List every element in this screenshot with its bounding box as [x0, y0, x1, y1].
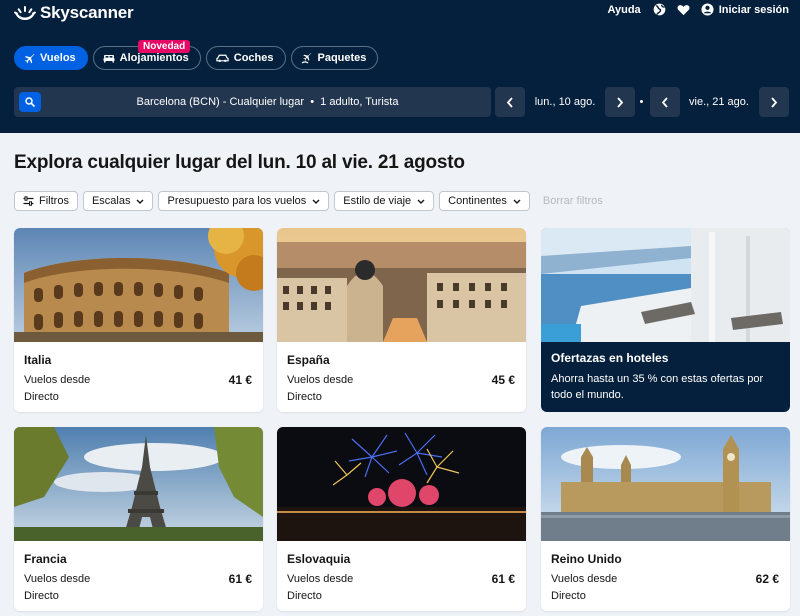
tab-packages[interactable]: Paquetes [290, 46, 379, 70]
login-label: Iniciar sesión [718, 3, 789, 16]
car-icon [216, 54, 229, 62]
big-ben-image [541, 427, 790, 541]
language-button[interactable] [653, 3, 666, 16]
promo-text: Ahorra hasta un 35 % con estas ofertas p… [551, 373, 764, 401]
filters-label: Filtros [39, 195, 69, 207]
filter-sliders-icon [23, 196, 34, 206]
card-destination-name: Eslovaquia [287, 552, 351, 566]
card-price: 41 € [228, 373, 252, 387]
chevron-left-icon [506, 96, 513, 108]
card-destination-name: Italia [24, 353, 52, 367]
chevron-left-icon [661, 96, 668, 108]
madrid-image [277, 228, 526, 342]
card-direct: Directo [24, 391, 59, 403]
search-separator: • [310, 96, 315, 108]
card-destination-name: Reino Unido [551, 552, 622, 566]
destination-card-italy[interactable]: Italia Vuelos desde 41 € Directo [14, 228, 263, 412]
package-icon [301, 53, 311, 64]
chevron-right-icon [771, 96, 778, 108]
depart-date[interactable]: lun., 10 ago. [527, 87, 603, 117]
return-date[interactable]: vie., 21 ago. [681, 87, 757, 117]
login-button[interactable]: Iniciar sesión [701, 3, 789, 16]
card-price: 61 € [491, 572, 515, 586]
new-badge: Novedad [138, 40, 191, 53]
continents-label: Continentes [448, 195, 507, 207]
promo-title: Ofertazas en hoteles [551, 351, 669, 365]
header-actions: Ayuda Iniciar sesión [607, 3, 789, 16]
depart-next-button[interactable] [605, 87, 635, 117]
destination-card-uk[interactable]: Reino Unido Vuelos desde 62 € Directo [541, 427, 790, 611]
clear-filters-link[interactable]: Borrar filtros [543, 195, 603, 207]
tab-cars[interactable]: Coches [205, 46, 286, 70]
chevron-right-icon [617, 96, 624, 108]
bed-icon [103, 55, 115, 63]
tab-hotels-label: Alojamientos [119, 52, 189, 64]
card-flights-from: Vuelos desde [24, 573, 91, 585]
favorites-button[interactable] [677, 4, 690, 16]
stops-filter[interactable]: Escalas [82, 191, 154, 211]
filters-button[interactable]: Filtros [14, 191, 78, 211]
return-prev-button[interactable] [650, 87, 680, 117]
globe-icon [653, 3, 666, 16]
card-flights-from: Vuelos desde [24, 374, 91, 386]
search-summary[interactable]: Barcelona (BCN) - Cualquier lugar • 1 ad… [44, 87, 491, 117]
stops-label: Escalas [91, 195, 131, 207]
hotel-deals-promo[interactable]: Ofertazas en hoteles Ahorra hasta un 35 … [541, 228, 790, 412]
skyscanner-logo[interactable]: Skyscanner [14, 2, 134, 24]
search-button[interactable] [19, 92, 41, 112]
skyscanner-logo-icon [14, 6, 36, 20]
travel-style-label: Estilo de viaje [343, 195, 412, 207]
continents-filter[interactable]: Continentes [439, 191, 530, 211]
card-destination-name: Francia [24, 552, 67, 566]
chevron-down-icon [513, 199, 521, 204]
card-destination-name: España [287, 353, 330, 367]
card-price: 61 € [228, 572, 252, 586]
card-price: 45 € [491, 373, 515, 387]
search-icon [25, 97, 35, 107]
hotel-terrace-image [541, 228, 790, 342]
user-icon [701, 3, 714, 16]
card-flights-from: Vuelos desde [551, 573, 618, 585]
card-flights-from: Vuelos desde [287, 573, 354, 585]
heart-icon [677, 4, 690, 15]
filter-bar: Filtros Escalas Presupuesto para los vue… [14, 191, 603, 211]
top-header: Skyscanner Ayuda Iniciar sesión Vuelos A… [0, 0, 800, 133]
search-origin: Barcelona (BCN) - Cualquier lugar [136, 96, 305, 108]
date-separator-dot [640, 100, 643, 103]
logo-text: Skyscanner [40, 3, 134, 22]
destination-card-spain[interactable]: España Vuelos desde 45 € Directo [277, 228, 526, 412]
tab-flights[interactable]: Vuelos [14, 46, 88, 70]
destination-card-france[interactable]: Francia Vuelos desde 61 € Directo [14, 427, 263, 611]
card-direct: Directo [287, 590, 322, 602]
fireworks-image [277, 427, 526, 541]
chevron-down-icon [136, 199, 144, 204]
product-tabs: Vuelos Alojamientos Coches Paquetes [14, 46, 383, 70]
chevron-down-icon [417, 199, 425, 204]
colosseum-image [14, 228, 263, 342]
card-direct: Directo [24, 590, 59, 602]
chevron-down-icon [312, 199, 320, 204]
search-bar[interactable]: Barcelona (BCN) - Cualquier lugar • 1 ad… [14, 87, 491, 117]
card-flights-from: Vuelos desde [287, 374, 354, 386]
destination-card-slovakia[interactable]: Eslovaquia Vuelos desde 61 € Directo [277, 427, 526, 611]
budget-filter[interactable]: Presupuesto para los vuelos [158, 191, 330, 211]
depart-prev-button[interactable] [495, 87, 525, 117]
plane-icon [24, 53, 35, 63]
card-direct: Directo [287, 391, 322, 403]
search-passengers: 1 adulto, Turista [320, 96, 399, 108]
budget-label: Presupuesto para los vuelos [167, 195, 307, 207]
tab-cars-label: Coches [233, 52, 274, 64]
travel-style-filter[interactable]: Estilo de viaje [334, 191, 435, 211]
tab-packages-label: Paquetes [317, 52, 367, 64]
page-title: Explora cualquier lugar del lun. 10 al v… [14, 152, 465, 173]
eiffel-tower-image [14, 427, 263, 541]
help-link[interactable]: Ayuda [607, 4, 640, 16]
card-price: 62 € [755, 572, 779, 586]
card-direct: Directo [551, 590, 586, 602]
return-next-button[interactable] [759, 87, 789, 117]
tab-flights-label: Vuelos [40, 52, 76, 64]
